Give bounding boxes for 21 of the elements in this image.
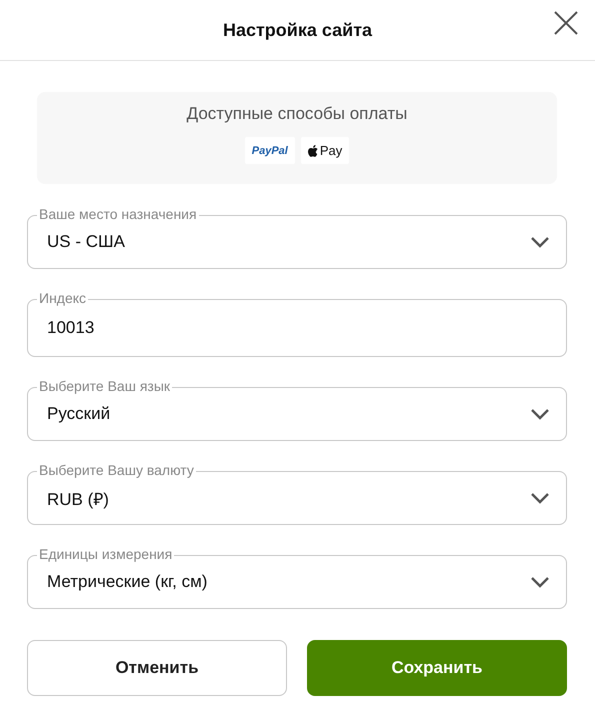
paypal-badge: PayPal — [244, 137, 295, 164]
field-label: Ваше место назначения — [37, 206, 199, 222]
field-label: Выберите Ваш язык — [37, 378, 172, 394]
field-label: Выберите Вашу валюту — [37, 462, 196, 478]
dialog-title: Настройка сайта — [222, 20, 372, 40]
chevron-down-icon — [530, 236, 550, 248]
close-button[interactable] — [553, 10, 579, 36]
chevron-down-icon — [530, 492, 550, 504]
field-label: Единицы измерения — [37, 546, 174, 562]
selected-value: RUB (₽) — [47, 488, 109, 510]
apple-icon — [308, 144, 318, 156]
payment-title: Доступные способы оплаты — [186, 104, 408, 124]
chevron-down-icon — [530, 576, 550, 588]
selected-value: Русский — [47, 404, 110, 424]
save-button[interactable]: Сохранить — [307, 640, 567, 696]
apple-pay-badge: Pay — [300, 137, 350, 164]
cancel-button[interactable]: Отменить — [27, 640, 287, 696]
field-label: Индекс — [37, 290, 88, 306]
selected-value: Метрические (кг, см) — [47, 572, 208, 592]
chevron-down-icon — [530, 408, 550, 420]
selected-value: US - США — [47, 232, 125, 252]
